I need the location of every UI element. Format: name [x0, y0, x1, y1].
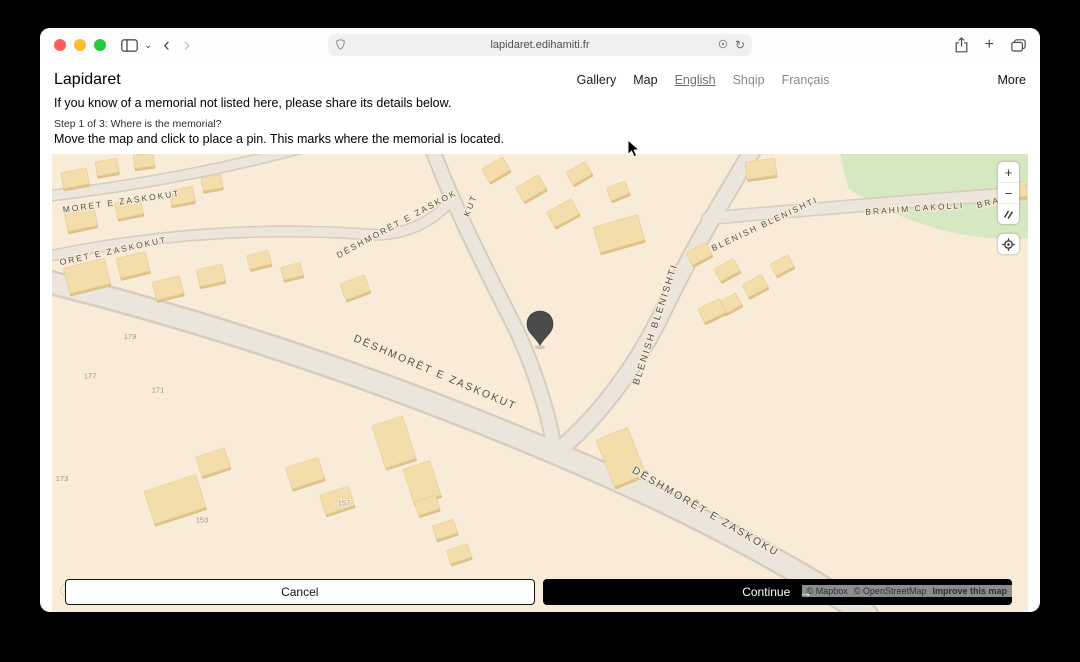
- step-label: Step 1 of 3: Where is the memorial?: [54, 118, 1026, 130]
- compass-pitch-button[interactable]: [998, 204, 1019, 224]
- geolocate-button[interactable]: [998, 234, 1019, 254]
- reload-icon[interactable]: ↻: [735, 39, 745, 51]
- continue-label: Continue: [742, 585, 790, 599]
- form-intro: If you know of a memorial not listed her…: [40, 92, 1040, 154]
- url-text: lapidaret.edihamiti.fr: [490, 39, 589, 51]
- browser-window: ⌄ ‹ › lapidaret.edihamiti.fr ↻: [40, 28, 1040, 612]
- privacy-report-icon[interactable]: [718, 39, 728, 52]
- instruction-text: Move the map and click to place a pin. T…: [54, 132, 1026, 146]
- map-canvas[interactable]: 179177171173153157 MORET E ZASKOKUTORET …: [52, 154, 1028, 612]
- window-controls: [54, 39, 106, 51]
- new-tab-button[interactable]: +: [985, 37, 994, 53]
- map-graphic: 179177171173153157 MORET E ZASKOKUTORET …: [52, 154, 1028, 612]
- lang-english[interactable]: English: [675, 73, 716, 87]
- svg-text:173: 173: [56, 474, 69, 483]
- site-nav: Gallery Map English Shqip Français: [577, 73, 830, 87]
- site-brand: Lapidaret: [54, 71, 121, 89]
- cancel-button[interactable]: Cancel: [65, 579, 535, 605]
- map-controls: + −: [998, 162, 1019, 254]
- attribution-osm-link[interactable]: © OpenStreetMap: [854, 586, 927, 596]
- privacy-shield-icon[interactable]: [336, 39, 345, 53]
- zoom-window-button[interactable]: [94, 39, 106, 51]
- close-window-button[interactable]: [54, 39, 66, 51]
- nav-gallery[interactable]: Gallery: [577, 73, 617, 87]
- nav-more[interactable]: More: [998, 73, 1026, 87]
- site-header: Lapidaret Gallery Map English Shqip Fran…: [40, 62, 1040, 92]
- minimize-window-button[interactable]: [74, 39, 86, 51]
- back-button[interactable]: ‹: [161, 36, 171, 55]
- tab-overview-icon[interactable]: [1011, 39, 1026, 52]
- lang-francais[interactable]: Français: [782, 73, 830, 87]
- svg-text:157: 157: [338, 498, 351, 507]
- zoom-in-button[interactable]: +: [998, 162, 1019, 183]
- svg-text:171: 171: [152, 386, 165, 395]
- lang-shqip[interactable]: Shqip: [733, 73, 765, 87]
- improve-map-link[interactable]: Improve this map: [932, 586, 1007, 596]
- nav-map[interactable]: Map: [633, 73, 657, 87]
- share-icon[interactable]: [955, 37, 968, 53]
- intro-text: If you know of a memorial not listed her…: [54, 96, 1026, 110]
- zoom-out-button[interactable]: −: [998, 183, 1019, 204]
- svg-text:153: 153: [196, 515, 209, 524]
- attribution-mapbox-link[interactable]: © Mapbox: [807, 586, 848, 596]
- forward-button[interactable]: ›: [182, 36, 192, 55]
- map-attribution: © Mapbox © OpenStreetMap Improve this ma…: [802, 585, 1012, 597]
- address-bar[interactable]: lapidaret.edihamiti.fr ↻: [328, 34, 752, 56]
- browser-toolbar: ⌄ ‹ › lapidaret.edihamiti.fr ↻: [40, 28, 1040, 62]
- svg-text:179: 179: [124, 332, 137, 341]
- svg-text:177: 177: [84, 371, 97, 380]
- sidebar-toggle-icon[interactable]: [121, 39, 138, 52]
- chevron-down-icon[interactable]: ⌄: [144, 40, 152, 51]
